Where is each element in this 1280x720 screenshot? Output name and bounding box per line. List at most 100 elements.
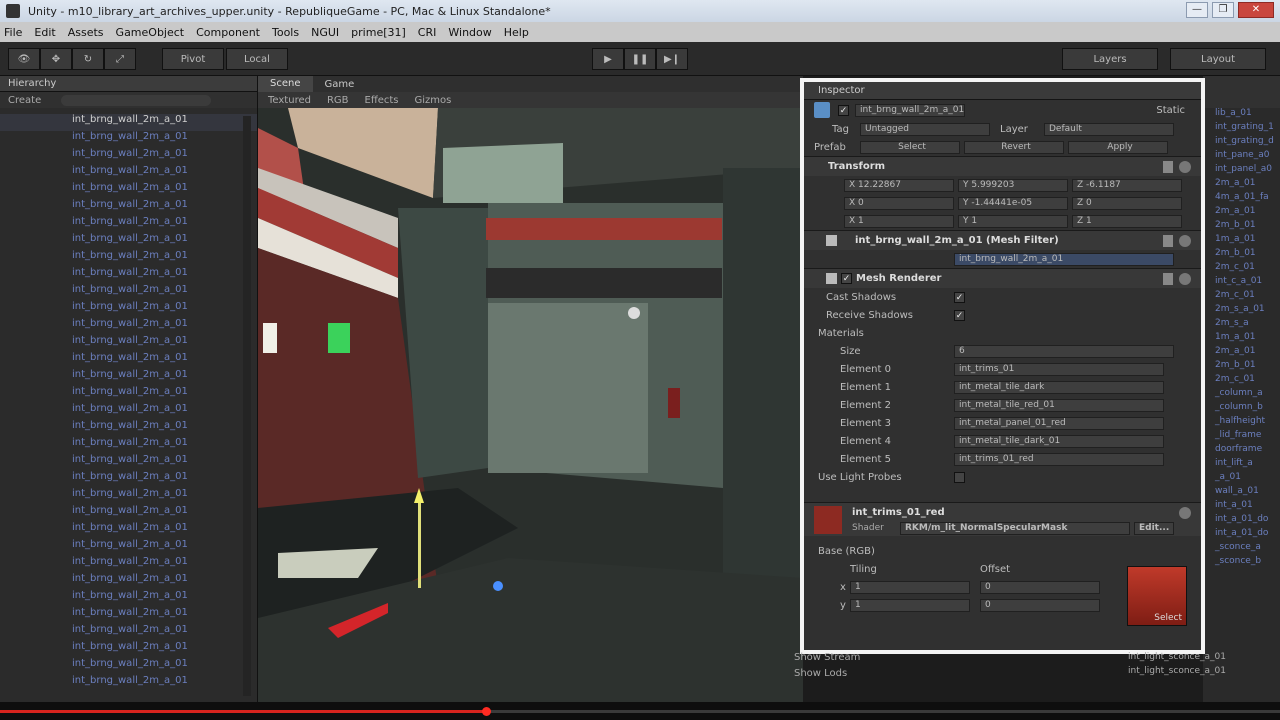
inspector-tab[interactable]: Inspector	[804, 82, 1201, 100]
gear-icon[interactable]	[1179, 273, 1191, 285]
hierarchy-row[interactable]: int_brng_wall_2m_a_01	[0, 318, 257, 335]
pivot-toggle[interactable]: Pivot	[162, 48, 224, 70]
gear-icon[interactable]	[1179, 507, 1191, 519]
receive-shadows-checkbox[interactable]: ✓	[954, 309, 965, 321]
material-element-field[interactable]: int_metal_tile_dark_01	[954, 434, 1164, 448]
hierarchy-row[interactable]: int_brng_wall_2m_a_01	[0, 522, 257, 539]
active-checkbox[interactable]: ✓	[838, 104, 849, 116]
object-name-field[interactable]: int_brng_wall_2m_a_01	[855, 103, 966, 117]
material-element-field[interactable]: int_metal_panel_01_red	[954, 416, 1164, 430]
maximize-button[interactable]: ❐	[1212, 2, 1234, 18]
project-item[interactable]: int_a_01_do	[1203, 514, 1280, 528]
video-progress-bar[interactable]	[0, 702, 1280, 720]
project-item[interactable]: 2m_s_a	[1203, 318, 1280, 332]
project-item[interactable]: 1m_a_01	[1203, 234, 1280, 248]
project-item[interactable]: wall_a_01	[1203, 486, 1280, 500]
hierarchy-row[interactable]: int_brng_wall_2m_a_01	[0, 573, 257, 590]
menu-edit[interactable]: Edit	[34, 26, 55, 39]
prefab-revert-button[interactable]: Revert	[964, 140, 1064, 154]
hierarchy-row[interactable]: int_brng_wall_2m_a_01	[0, 267, 257, 284]
hierarchy-row[interactable]: int_brng_wall_2m_a_01	[0, 386, 257, 403]
hierarchy-row[interactable]: int_brng_wall_2m_a_01	[0, 420, 257, 437]
scale-tool-icon[interactable]: ⤢	[104, 48, 136, 70]
hierarchy-row[interactable]: int_brng_wall_2m_a_01	[0, 641, 257, 658]
mesh-renderer-enabled-checkbox[interactable]: ✓	[841, 273, 852, 284]
material-element-field[interactable]: int_trims_01_red	[954, 452, 1164, 466]
project-item[interactable]: 2m_c_01	[1203, 262, 1280, 276]
show-lods-toggle[interactable]: Show Lods	[790, 668, 920, 684]
menu-help[interactable]: Help	[504, 26, 529, 39]
project-item[interactable]: int_grating_1	[1203, 122, 1280, 136]
texture-slot[interactable]: Select	[1127, 566, 1187, 626]
project-item[interactable]: 2m_s_a_01	[1203, 304, 1280, 318]
position-y-field[interactable]: Y 5.999203	[958, 178, 1068, 192]
scale-z-field[interactable]: Z 1	[1072, 214, 1182, 228]
position-x-field[interactable]: X 12.22867	[844, 178, 954, 192]
project-item[interactable]: 2m_a_01	[1203, 206, 1280, 220]
gear-icon[interactable]	[1179, 161, 1191, 173]
project-item[interactable]: 2m_b_01	[1203, 220, 1280, 234]
hierarchy-row[interactable]: int_brng_wall_2m_a_01	[0, 454, 257, 471]
project-item[interactable]: 4m_a_01_fa	[1203, 192, 1280, 206]
menu-file[interactable]: File	[4, 26, 22, 39]
play-button[interactable]: ▶	[592, 48, 624, 70]
tiling-y-field[interactable]: 1	[850, 598, 970, 612]
project-item[interactable]: _halfheight	[1203, 416, 1280, 430]
project-item[interactable]: _a_01	[1203, 472, 1280, 486]
rotate-tool-icon[interactable]: ↻	[72, 48, 104, 70]
progress-knob[interactable]	[482, 707, 492, 716]
menu-ngui[interactable]: NGUI	[311, 26, 339, 39]
project-item[interactable]: int_a_01_do	[1203, 528, 1280, 542]
project-item[interactable]: int_a_01	[1203, 500, 1280, 514]
material-element-field[interactable]: int_metal_tile_dark	[954, 380, 1164, 394]
shader-edit-button[interactable]: Edit...	[1134, 522, 1174, 535]
project-item[interactable]: doorframe	[1203, 444, 1280, 458]
prefab-select-button[interactable]: Select	[860, 140, 960, 154]
project-item[interactable]: lib_a_01	[1203, 108, 1280, 122]
size-field[interactable]: 6	[954, 344, 1174, 358]
materials-row[interactable]: Materials	[804, 324, 1201, 342]
scene-viewport[interactable]	[258, 108, 803, 702]
menu-gameobject[interactable]: GameObject	[116, 26, 185, 39]
help-icon[interactable]	[1163, 273, 1173, 285]
rotation-y-field[interactable]: Y -1.44441e-05	[958, 196, 1068, 210]
hierarchy-row[interactable]: int_brng_wall_2m_a_01	[0, 250, 257, 267]
tab-scene[interactable]: Scene	[258, 76, 313, 92]
project-item[interactable]: 2m_a_01	[1203, 178, 1280, 192]
show-stream-toggle[interactable]: Show Stream	[790, 652, 920, 668]
hierarchy-row[interactable]: int_brng_wall_2m_a_01	[0, 556, 257, 573]
hierarchy-row[interactable]: int_brng_wall_2m_a_01	[0, 539, 257, 556]
channel-dropdown[interactable]: RGB	[327, 95, 349, 106]
hierarchy-row[interactable]: int_brng_wall_2m_a_01	[0, 471, 257, 488]
project-item[interactable]: 2m_b_01	[1203, 248, 1280, 262]
hierarchy-row[interactable]: int_brng_wall_2m_a_01	[0, 403, 257, 420]
pause-button[interactable]: ❚❚	[624, 48, 656, 70]
mesh-filter-header[interactable]: int_brng_wall_2m_a_01 (Mesh Filter)	[804, 230, 1201, 250]
material-element-field[interactable]: int_trims_01	[954, 362, 1164, 376]
create-dropdown[interactable]: Create	[8, 95, 41, 106]
layers-dropdown[interactable]: Layers	[1062, 48, 1158, 70]
hierarchy-search-input[interactable]	[61, 94, 212, 106]
view-tool-icon[interactable]: 👁	[8, 48, 40, 70]
shader-dropdown[interactable]: RKM/m_lit_NormalSpecularMask	[900, 522, 1130, 535]
transform-header[interactable]: Transform	[804, 156, 1201, 176]
hierarchy-row[interactable]: int_brng_wall_2m_a_01	[0, 352, 257, 369]
hierarchy-tab[interactable]: Hierarchy	[0, 76, 257, 92]
hierarchy-row-selected[interactable]: int_brng_wall_2m_a_01	[0, 114, 257, 131]
tiling-x-field[interactable]: 1	[850, 580, 970, 594]
project-item[interactable]: 2m_b_01	[1203, 360, 1280, 374]
hierarchy-row[interactable]: int_brng_wall_2m_a_01	[0, 675, 257, 692]
effects-dropdown[interactable]: Effects	[365, 95, 399, 106]
help-icon[interactable]	[1163, 161, 1173, 173]
project-item[interactable]: int_c_a_01	[1203, 276, 1280, 290]
material-header[interactable]: int_trims_01_red Shader RKM/m_lit_Normal…	[804, 502, 1201, 536]
project-item[interactable]: _sconce_b	[1203, 556, 1280, 570]
project-item[interactable]: 2m_c_01	[1203, 290, 1280, 304]
hierarchy-row[interactable]: int_brng_wall_2m_a_01	[0, 301, 257, 318]
layout-dropdown[interactable]: Layout	[1170, 48, 1266, 70]
project-file-item[interactable]: int_light_sconce_a_01	[1112, 652, 1226, 666]
menu-prime31[interactable]: prime[31]	[351, 26, 406, 39]
hierarchy-row[interactable]: int_brng_wall_2m_a_01	[0, 437, 257, 454]
project-item[interactable]: int_grating_d	[1203, 136, 1280, 150]
tag-dropdown[interactable]: Untagged	[860, 122, 990, 136]
